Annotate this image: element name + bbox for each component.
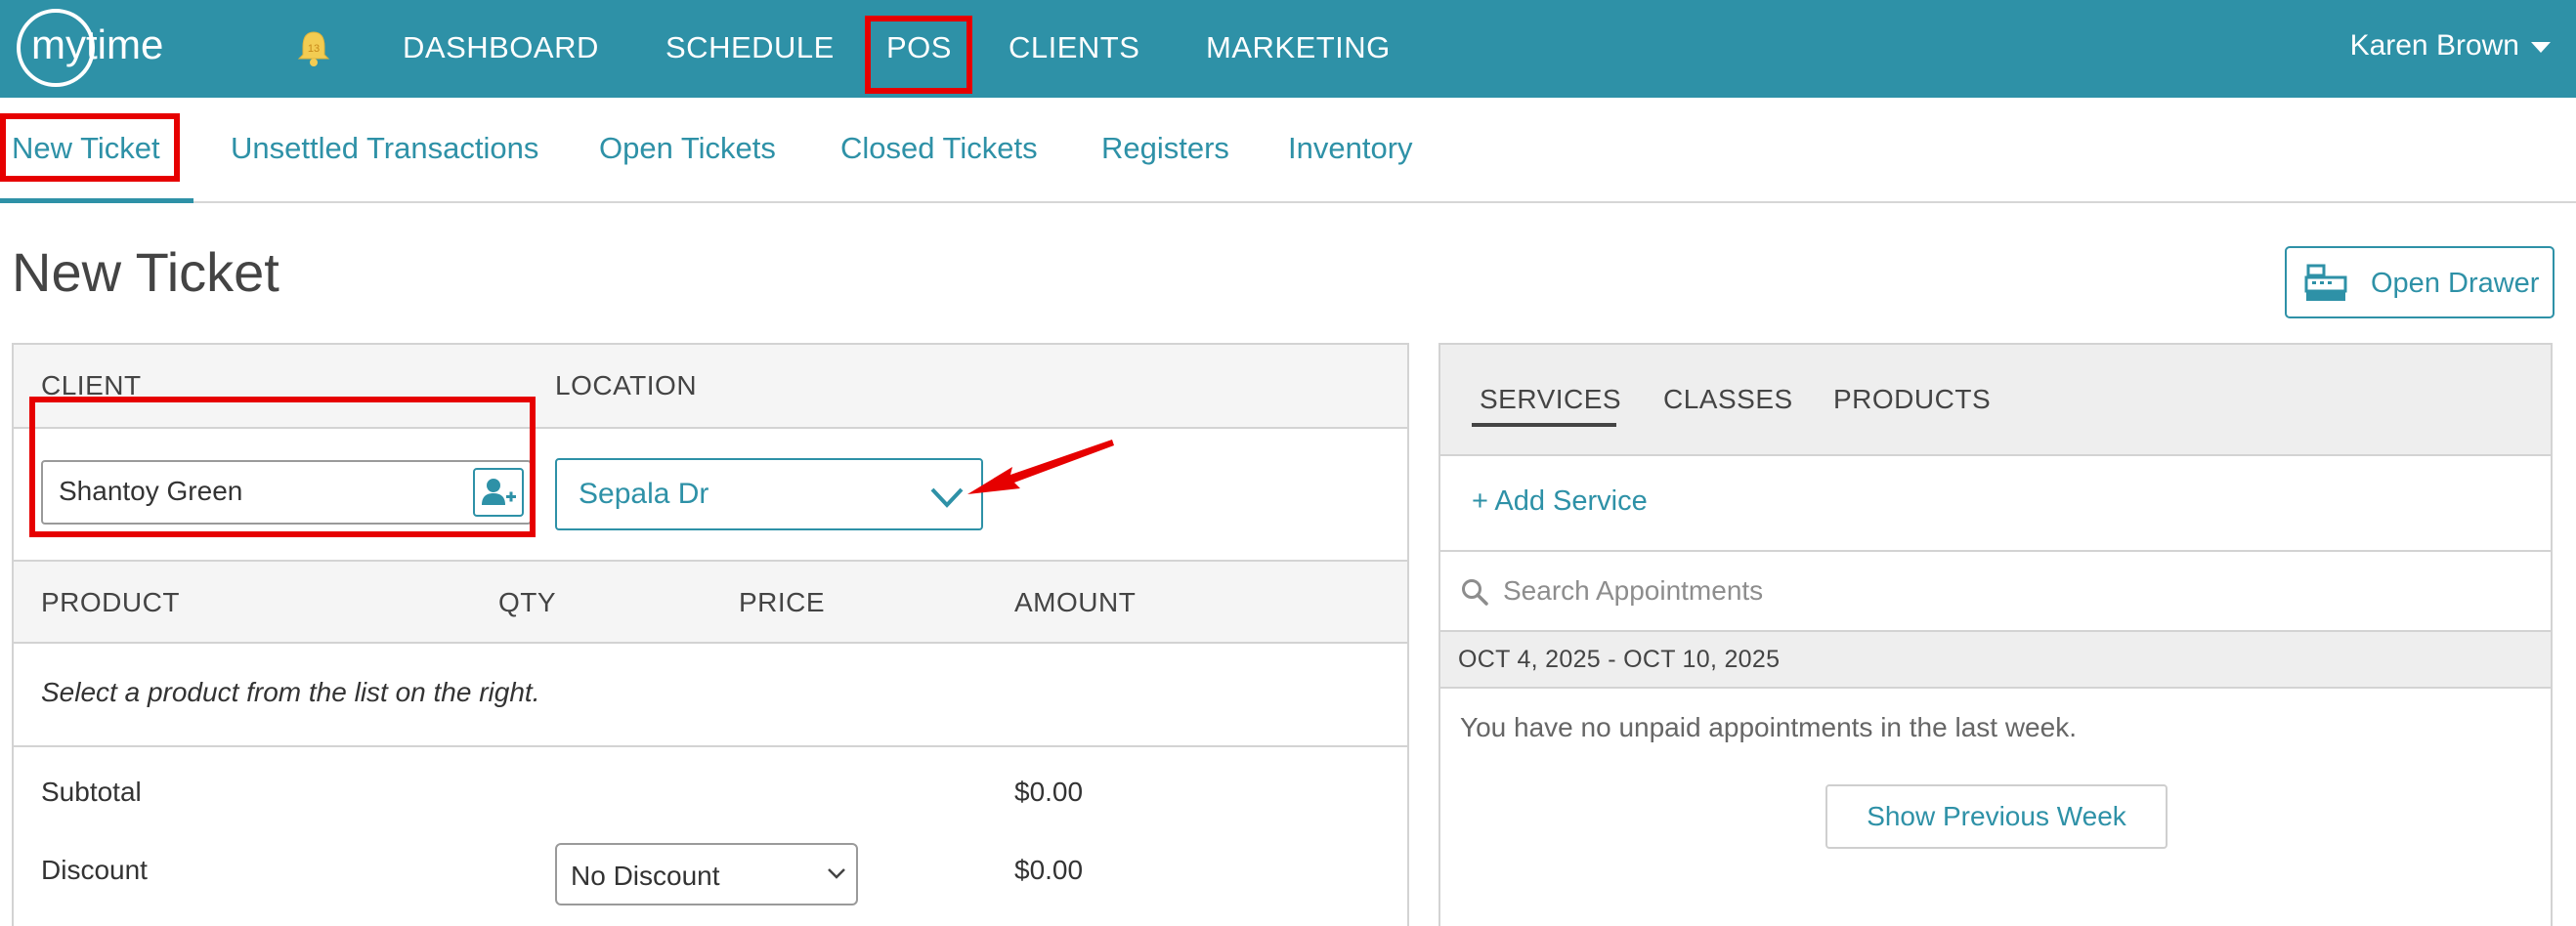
active-tab-indicator bbox=[0, 198, 193, 203]
nav-clients[interactable]: CLIENTS bbox=[1009, 27, 1139, 68]
client-highlight-annotation bbox=[29, 397, 536, 537]
column-price: PRICE bbox=[739, 587, 826, 617]
location-value: Sepala Dr bbox=[579, 478, 709, 510]
pos-sub-navigation: New Ticket Unsettled Transactions Open T… bbox=[0, 98, 2576, 203]
mytime-logo[interactable]: mytime bbox=[14, 6, 219, 90]
red-arrow-annotation bbox=[967, 440, 1114, 494]
subnav-inventory[interactable]: Inventory bbox=[1288, 129, 1413, 168]
nav-marketing[interactable]: MARKETING bbox=[1206, 27, 1391, 68]
location-header: LOCATION bbox=[555, 370, 698, 400]
active-tab-indicator bbox=[1472, 423, 1616, 427]
add-service-link[interactable]: + Add Service bbox=[1472, 485, 1648, 518]
tab-services[interactable]: SERVICES bbox=[1480, 384, 1621, 415]
column-qty: QTY bbox=[498, 587, 557, 617]
search-appointments-input[interactable] bbox=[1503, 569, 2519, 612]
user-name: Karen Brown bbox=[2349, 29, 2519, 62]
catalog-tabs: SERVICES CLASSES PRODUCTS bbox=[1440, 345, 2551, 456]
show-previous-week-button[interactable]: Show Previous Week bbox=[1825, 784, 2168, 849]
notification-count: 13 bbox=[308, 43, 320, 55]
subnav-closed-tickets[interactable]: Closed Tickets bbox=[840, 129, 1038, 168]
subnav-registers[interactable]: Registers bbox=[1101, 129, 1229, 168]
column-product: PRODUCT bbox=[41, 587, 180, 617]
caret-down-icon bbox=[2531, 41, 2551, 53]
open-drawer-button[interactable]: Open Drawer bbox=[2285, 246, 2555, 318]
discount-amount: $0.00 bbox=[1014, 855, 1084, 885]
column-amount: AMOUNT bbox=[1014, 587, 1137, 617]
page-title: New Ticket bbox=[12, 241, 279, 303]
subnav-unsettled-transactions[interactable]: Unsettled Transactions bbox=[231, 129, 538, 168]
pos-highlight-annotation bbox=[865, 16, 972, 94]
divider bbox=[14, 745, 1407, 747]
date-range-header: OCT 4, 2025 - OCT 10, 2025 bbox=[1440, 630, 2551, 689]
subtotal-amount: $0.00 bbox=[1014, 777, 1084, 807]
logo-text: mytime bbox=[31, 21, 163, 67]
notification-bell-icon[interactable]: 13 bbox=[293, 27, 334, 68]
new-ticket-highlight-annotation bbox=[0, 113, 180, 182]
subnav-open-tickets[interactable]: Open Tickets bbox=[599, 129, 776, 168]
nav-schedule[interactable]: SCHEDULE bbox=[665, 27, 835, 68]
date-range: OCT 4, 2025 - OCT 10, 2025 bbox=[1458, 646, 1781, 673]
subtotal-label: Subtotal bbox=[41, 777, 142, 807]
location-select[interactable]: Sepala Dr bbox=[555, 458, 983, 530]
no-unpaid-message: You have no unpaid appointments in the l… bbox=[1460, 712, 2077, 742]
discount-select[interactable]: No Discount bbox=[555, 843, 858, 905]
search-icon bbox=[1462, 579, 1488, 606]
open-drawer-label: Open Drawer bbox=[2371, 268, 2540, 299]
empty-products-message: Select a product from the list on the ri… bbox=[41, 677, 540, 707]
tab-classes[interactable]: CLASSES bbox=[1663, 384, 1793, 415]
cash-register-icon bbox=[2304, 264, 2347, 301]
top-navigation-bar: mytime 13 DASHBOARD SCHEDULE POS CLIENTS… bbox=[0, 0, 2576, 98]
chevron-down-icon bbox=[828, 868, 845, 879]
product-table-header: PRODUCT QTY PRICE AMOUNT bbox=[14, 560, 1407, 644]
nav-dashboard[interactable]: DASHBOARD bbox=[403, 27, 599, 68]
user-menu[interactable]: Karen Brown bbox=[2350, 25, 2551, 66]
catalog-panel: SERVICES CLASSES PRODUCTS + Add Service … bbox=[1438, 343, 2553, 926]
tab-products[interactable]: PRODUCTS bbox=[1833, 384, 1991, 415]
chevron-down-icon bbox=[930, 487, 964, 508]
discount-label: Discount bbox=[41, 855, 148, 885]
divider bbox=[1440, 550, 2551, 552]
discount-value: No Discount bbox=[571, 861, 720, 891]
